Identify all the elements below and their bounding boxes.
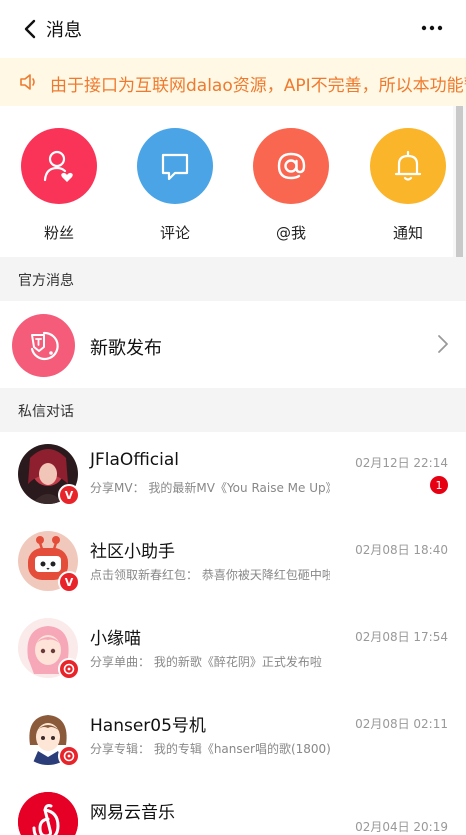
official-section-header: 官方消息 (0, 257, 466, 301)
chat-name: 网易云音乐 (90, 803, 175, 823)
notify-entry[interactable]: 通知 (370, 128, 446, 243)
chat-preview: 分享MV： 我的最新MV《You Raise Me Up》 (90, 481, 330, 495)
quick-entries: 粉丝 评论 @我 通知 (0, 106, 466, 256)
official-section-title: 官方消息 (18, 273, 74, 289)
chat-time: 02月12日 22:14 (355, 456, 448, 470)
music-badge-icon (58, 658, 80, 680)
private-section-title: 私信对话 (18, 404, 74, 420)
unread-count-badge: 1 (430, 476, 448, 494)
back-arrow-icon[interactable] (20, 18, 42, 40)
chat-item[interactable]: 小缘喵 分享单曲： 我的新歌《醉花阴》正式发布啦 02月08日 17:54 (0, 606, 466, 693)
at-icon (253, 128, 329, 204)
notify-label: 通知 (392, 224, 423, 242)
chat-item[interactable]: V JFlaOfficial 分享MV： 我的最新MV《You Raise Me… (0, 432, 466, 519)
comment-label: 评论 (159, 224, 190, 242)
chat-item[interactable]: V 社区小助手 点击领取新春红包： 恭喜你被天降红包砸中啦 02月08日 18:… (0, 519, 466, 606)
chat-time: 02月08日 17:54 (355, 630, 448, 644)
fans-entry[interactable]: 粉丝 (21, 128, 97, 243)
chat-time: 02月04日 20:19 (355, 820, 448, 834)
chat-preview: 分享单曲： 我的新歌《醉花阴》正式发布啦 (90, 655, 322, 669)
chat-name: JFlaOfficial (90, 450, 179, 470)
new-song-label: 新歌发布 (90, 338, 162, 359)
top-bar: 消息 (0, 0, 466, 58)
music-badge-icon (58, 745, 80, 767)
at-me-label: @我 (275, 224, 306, 242)
chat-preview: 点击领取新春红包： 恭喜你被天降红包砸中啦 (90, 568, 330, 582)
fans-label: 粉丝 (43, 224, 74, 242)
more-options-icon[interactable] (420, 16, 444, 40)
chat-name: 小缘喵 (90, 629, 141, 649)
chat-item[interactable]: 网易云音乐 02月04日 20:19 (0, 780, 466, 835)
new-song-icon (12, 314, 75, 377)
verified-badge-icon: V (58, 571, 80, 593)
verified-badge-icon: V (58, 484, 80, 506)
page-title: 消息 (46, 20, 82, 41)
chevron-right-icon (438, 335, 448, 353)
new-song-release-item[interactable]: 新歌发布 (0, 301, 466, 388)
netease-logo-icon (18, 792, 78, 835)
speaker-icon (20, 74, 35, 90)
comment-entry[interactable]: 评论 (137, 128, 213, 243)
chat-name: Hanser05号机 (90, 716, 206, 736)
chat-time: 02月08日 18:40 (355, 543, 448, 557)
chat-preview: 分享专辑： 我的专辑《hanser唱的歌(1800)》 (90, 742, 330, 756)
private-section-header: 私信对话 (0, 388, 466, 432)
comment-icon (137, 128, 213, 204)
chat-item[interactable]: Hanser05号机 分享专辑： 我的专辑《hanser唱的歌(1800)》 0… (0, 693, 466, 780)
notice-bar: 由于接口为互联网dalao资源，API不完善，所以本功能暂不完善 (0, 58, 466, 106)
bell-icon (370, 128, 446, 204)
notice-text: 由于接口为互联网dalao资源，API不完善，所以本功能暂不完善 (50, 76, 466, 96)
chat-name: 社区小助手 (90, 542, 175, 562)
chat-time: 02月08日 02:11 (355, 717, 448, 731)
fans-icon (21, 128, 97, 204)
at-me-entry[interactable]: @我 (253, 128, 329, 243)
